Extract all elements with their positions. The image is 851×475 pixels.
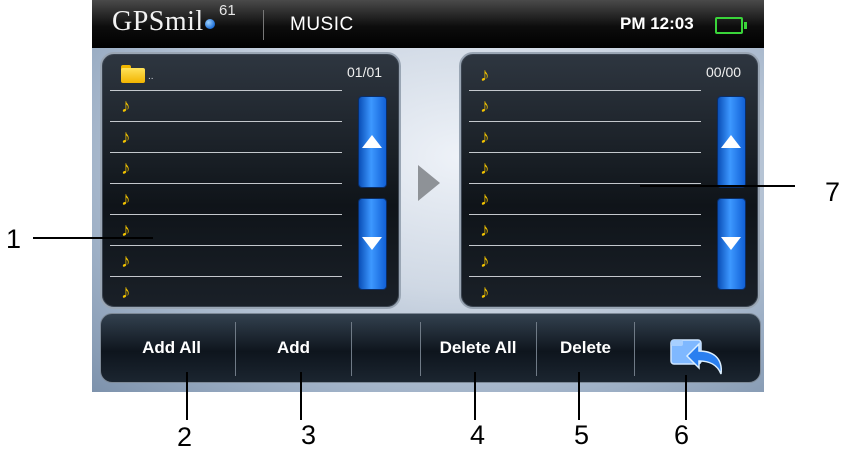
brand-dot-icon <box>204 18 215 29</box>
add-all-button[interactable]: Add All <box>109 314 234 382</box>
callout-7: 7 <box>825 177 841 207</box>
list-item-folder-up[interactable]: .. <box>110 60 342 91</box>
delete-button[interactable]: Delete <box>537 314 634 382</box>
delete-all-button[interactable]: Delete All <box>421 314 535 382</box>
arrow-up-icon <box>362 135 382 148</box>
playlist-panel: ♪ ♪ ♪ ♪ ♪ ♪ ♪ ♪ 00/00 <box>459 52 760 309</box>
playlist-page-counter: 00/00 <box>706 64 742 80</box>
music-note-icon: ♪ <box>480 220 490 241</box>
source-scroll-up-button[interactable] <box>358 96 387 188</box>
music-note-icon: ♪ <box>121 127 131 148</box>
list-item[interactable]: ♪ <box>469 91 701 122</box>
music-note-icon: ♪ <box>480 65 490 86</box>
list-item[interactable]: ♪ <box>110 246 342 277</box>
callout-line-4 <box>474 372 476 420</box>
music-note-icon: ♪ <box>480 251 490 272</box>
page-title: MUSIC <box>290 14 354 35</box>
music-note-icon: ♪ <box>480 96 490 117</box>
clock: PM 12:03 <box>620 14 694 33</box>
callout-line-3 <box>300 372 302 420</box>
empty-button[interactable] <box>352 314 420 382</box>
list-item[interactable]: ♪ <box>469 246 701 277</box>
callout-line-2 <box>186 372 188 420</box>
callout-line-5 <box>578 372 580 420</box>
source-page-counter: 01/01 <box>347 64 383 80</box>
callout-1: 1 <box>6 224 22 254</box>
list-item[interactable]: ♪ <box>469 184 701 215</box>
source-list: .. ♪ ♪ ♪ ♪ ♪ ♪ ♪ <box>110 60 342 307</box>
callout-4: 4 <box>470 420 486 450</box>
list-item[interactable]: ♪ <box>110 184 342 215</box>
callout-5: 5 <box>574 420 590 450</box>
toolbar-divider <box>634 322 635 376</box>
music-note-icon: ♪ <box>121 96 131 117</box>
list-item[interactable]: ♪ <box>469 60 701 91</box>
folder-label: .. <box>148 71 154 82</box>
folder-icon <box>121 65 145 83</box>
bottom-toolbar: Add All Add Delete All Delete <box>100 313 761 383</box>
callout-line-6 <box>685 375 687 420</box>
source-scroll-down-button[interactable] <box>358 198 387 290</box>
music-note-icon: ♪ <box>121 251 131 272</box>
list-item[interactable]: ♪ <box>110 153 342 184</box>
arrow-up-icon <box>721 135 741 148</box>
status-divider <box>263 10 264 40</box>
source-list-panel: .. ♪ ♪ ♪ ♪ ♪ ♪ ♪ 01/01 <box>100 52 401 309</box>
list-item[interactable]: ♪ <box>110 122 342 153</box>
back-icon[interactable] <box>669 334 729 376</box>
list-item[interactable]: ♪ <box>110 91 342 122</box>
list-item[interactable]: ♪ <box>469 153 701 184</box>
list-item[interactable]: ♪ <box>110 277 342 307</box>
callout-line-1 <box>33 237 153 239</box>
music-note-icon: ♪ <box>121 189 131 210</box>
arrow-down-icon <box>362 237 382 250</box>
callout-3: 3 <box>301 420 317 450</box>
list-item[interactable]: ♪ <box>469 122 701 153</box>
list-item[interactable]: ♪ <box>469 277 701 307</box>
brand-logo: GPSmil <box>112 6 216 38</box>
music-note-icon: ♪ <box>121 282 131 303</box>
callout-line-7 <box>640 185 795 187</box>
music-note-icon: ♪ <box>480 158 490 179</box>
callout-6: 6 <box>674 420 690 450</box>
playlist-scroll-up-button[interactable] <box>717 96 746 188</box>
music-note-icon: ♪ <box>480 282 490 303</box>
battery-icon <box>715 17 747 34</box>
playlist-scroll-down-button[interactable] <box>717 198 746 290</box>
music-note-icon: ♪ <box>121 158 131 179</box>
status-bar: GPSmil 61 MUSIC PM 12:03 <box>92 0 764 48</box>
music-note-icon: ♪ <box>480 189 490 210</box>
list-item[interactable]: ♪ <box>469 215 701 246</box>
add-button[interactable]: Add <box>236 314 351 382</box>
brand-model: 61 <box>219 2 236 19</box>
list-item[interactable]: ♪ <box>110 215 342 246</box>
transfer-arrow-icon <box>418 165 440 201</box>
callout-2: 2 <box>177 422 193 452</box>
music-note-icon: ♪ <box>480 127 490 148</box>
arrow-down-icon <box>721 237 741 250</box>
playlist-list: ♪ ♪ ♪ ♪ ♪ ♪ ♪ ♪ <box>469 60 701 307</box>
